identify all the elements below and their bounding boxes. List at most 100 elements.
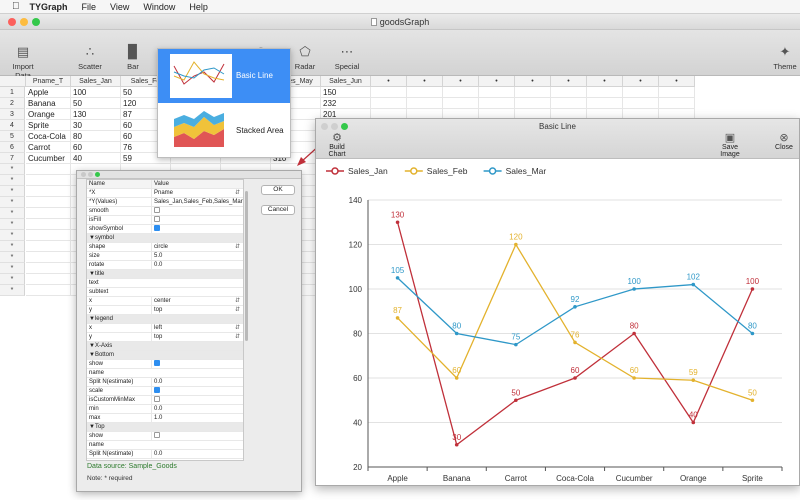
row-number[interactable]: 5 <box>0 131 25 142</box>
table-cell[interactable]: Carrot <box>26 142 71 153</box>
props-minimize-button[interactable] <box>88 172 93 177</box>
checkbox-unchecked[interactable] <box>154 432 160 439</box>
property-section[interactable]: ▼X-Axis <box>87 342 243 351</box>
bar-button[interactable]: ▉ Bar <box>118 30 148 76</box>
table-cell[interactable]: 50 <box>71 98 121 109</box>
sheet-corner[interactable] <box>0 76 26 87</box>
property-value-field[interactable]: Sales_Jan,Sales_Feb,Sales_Mar <box>151 198 243 207</box>
row-number[interactable]: * <box>0 252 25 263</box>
column-header[interactable]: • <box>587 76 623 87</box>
property-select[interactable]: Pname ⇵ <box>151 189 243 198</box>
property-value-field[interactable]: 5.0 <box>151 252 243 261</box>
cancel-button[interactable]: Cancel <box>261 205 295 215</box>
radar-button[interactable]: ⬠ Radar <box>290 30 320 76</box>
table-cell[interactable] <box>515 87 551 98</box>
row-number[interactable]: * <box>0 241 25 252</box>
props-zoom-button[interactable] <box>95 172 100 177</box>
row-number[interactable]: * <box>0 164 25 175</box>
property-select[interactable]: center ⇵ <box>151 297 243 306</box>
property-checkbox[interactable] <box>151 360 243 369</box>
table-cell[interactable]: Cucumber <box>26 153 71 164</box>
column-header[interactable]: • <box>515 76 551 87</box>
table-cell[interactable] <box>371 98 407 109</box>
popover-item-stacked-area[interactable]: Stacked Area <box>158 104 290 158</box>
column-header[interactable]: • <box>407 76 443 87</box>
menu-file[interactable]: File <box>82 2 97 12</box>
menu-view[interactable]: View <box>110 2 129 12</box>
table-cell[interactable]: 130 <box>71 109 121 120</box>
table-cell[interactable]: Orange <box>26 109 71 120</box>
row-number[interactable]: 2 <box>0 98 25 109</box>
table-cell[interactable] <box>443 87 479 98</box>
table-cell[interactable] <box>587 98 623 109</box>
property-value-field[interactable]: 0.0 <box>151 378 243 387</box>
scatter-button[interactable]: ∴ Scatter <box>72 30 108 76</box>
checkbox-unchecked[interactable] <box>154 207 160 214</box>
app-menu[interactable]: TYGraph <box>30 2 68 12</box>
property-section[interactable]: ▼Bottom <box>87 351 243 360</box>
table-cell[interactable] <box>26 175 71 186</box>
save-image-button[interactable]: ▣ Save Image <box>712 133 748 159</box>
table-cell[interactable] <box>26 164 71 175</box>
table-cell[interactable]: 150 <box>321 87 371 98</box>
column-header[interactable]: Sales_Jan <box>71 76 121 87</box>
checkbox-checked[interactable] <box>154 360 160 367</box>
table-cell[interactable] <box>515 98 551 109</box>
property-value-field[interactable]: 0.0 <box>151 450 243 459</box>
table-cell[interactable] <box>407 98 443 109</box>
property-checkbox[interactable] <box>151 216 243 225</box>
table-cell[interactable] <box>26 208 71 219</box>
property-section[interactable]: ▼Top <box>87 423 243 432</box>
table-cell[interactable] <box>26 186 71 197</box>
table-cell[interactable]: 60 <box>71 142 121 153</box>
close-chart-button[interactable]: ⊗ Close <box>772 133 796 152</box>
column-header[interactable]: • <box>623 76 659 87</box>
table-cell[interactable] <box>26 241 71 252</box>
build-chart-button[interactable]: ⚙ Build Chart <box>320 133 354 159</box>
row-number[interactable]: * <box>0 175 25 186</box>
import-data-button[interactable]: ▤Import Data <box>4 30 42 81</box>
row-number[interactable]: * <box>0 274 25 285</box>
table-cell[interactable]: Sprite <box>26 120 71 131</box>
property-select[interactable]: top ⇵ <box>151 306 243 315</box>
table-cell[interactable] <box>26 230 71 241</box>
column-header[interactable]: • <box>371 76 407 87</box>
table-cell[interactable] <box>26 197 71 208</box>
theme-button[interactable]: ✦ Theme <box>770 30 800 76</box>
table-cell[interactable] <box>551 98 587 109</box>
table-cell[interactable]: Coca-Cola <box>26 131 71 142</box>
property-section[interactable]: ▼title <box>87 270 243 279</box>
props-close-button[interactable] <box>81 172 86 177</box>
table-cell[interactable] <box>587 87 623 98</box>
row-number[interactable]: 1 <box>0 87 25 98</box>
table-cell[interactable]: Banana <box>26 98 71 109</box>
column-header[interactable]: Pname_T <box>26 76 71 87</box>
property-select[interactable]: left ⇵ <box>151 324 243 333</box>
special-button[interactable]: ⋯ Special <box>330 30 364 76</box>
row-number[interactable]: 6 <box>0 142 25 153</box>
table-cell[interactable] <box>26 274 71 285</box>
menu-window[interactable]: Window <box>143 2 175 12</box>
table-cell[interactable] <box>407 87 443 98</box>
ok-button[interactable]: OK <box>261 185 295 195</box>
apple-icon[interactable]:  <box>12 1 20 12</box>
checkbox-unchecked[interactable] <box>154 216 160 223</box>
table-cell[interactable]: Apple <box>26 87 71 98</box>
property-section[interactable]: ▼symbol <box>87 234 243 243</box>
table-cell[interactable]: 232 <box>321 98 371 109</box>
table-cell[interactable] <box>26 263 71 274</box>
table-cell[interactable]: 40 <box>71 153 121 164</box>
table-cell[interactable]: 30 <box>71 120 121 131</box>
row-number[interactable]: * <box>0 230 25 241</box>
table-cell[interactable] <box>659 98 695 109</box>
row-number[interactable]: * <box>0 219 25 230</box>
property-checkbox[interactable] <box>151 225 243 234</box>
property-section[interactable]: ▼legend <box>87 315 243 324</box>
table-cell[interactable] <box>479 98 515 109</box>
column-header[interactable]: • <box>479 76 515 87</box>
checkbox-unchecked[interactable] <box>154 396 160 403</box>
table-cell[interactable] <box>26 252 71 263</box>
row-number[interactable]: * <box>0 285 25 296</box>
table-cell[interactable] <box>26 219 71 230</box>
table-cell[interactable] <box>26 285 71 296</box>
